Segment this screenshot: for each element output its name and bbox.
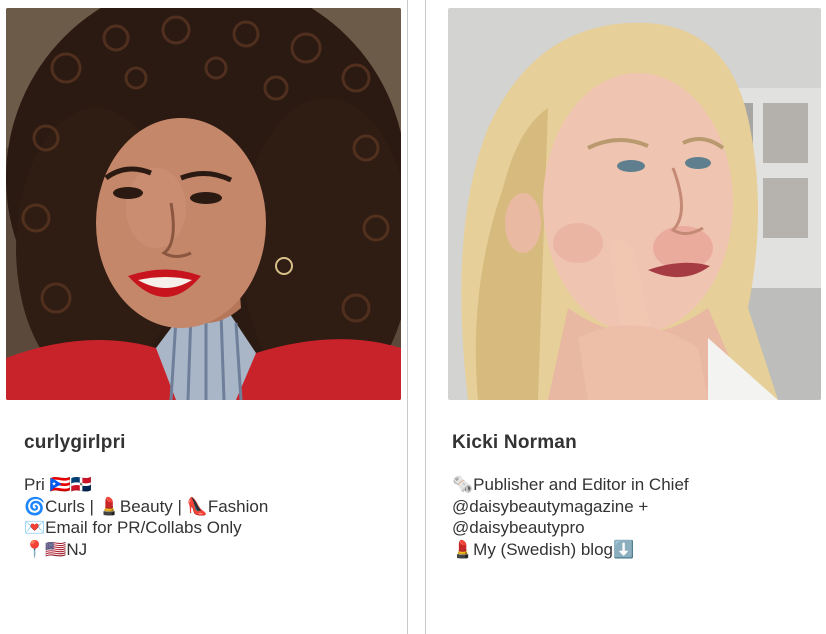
profile-photo[interactable] — [448, 8, 821, 400]
profile-photo[interactable] — [6, 8, 401, 400]
bio-line: @daisybeautymagazine + — [452, 496, 649, 516]
card-divider-left — [407, 0, 408, 634]
bio-line: 💄My (Swedish) blog⬇️ — [452, 539, 635, 559]
profile-card-kicki-norman[interactable]: Kicki Norman 🗞️Publisher and Editor in C… — [426, 0, 826, 634]
bio-line: Pri 🇵🇷🇩🇴 — [24, 475, 92, 494]
profile-name[interactable]: curlygirlpri — [24, 432, 126, 454]
bio-line: 🗞️Publisher and Editor in Chief — [452, 475, 689, 494]
profile-name[interactable]: Kicki Norman — [452, 432, 577, 454]
profile-card-curlygirlpri[interactable]: curlygirlpri Pri 🇵🇷🇩🇴 🌀Curls | 💄Beauty |… — [0, 0, 407, 634]
bio-line: @daisybeautypro — [452, 518, 585, 537]
bio-line: 📍🇺🇸NJ — [24, 539, 88, 559]
bio-line: 🌀Curls | 💄Beauty | 👠Fashion — [24, 496, 269, 516]
profile-bio: 🗞️Publisher and Editor in Chief @daisybe… — [452, 474, 689, 560]
bio-line: 💌Email for PR/Collabs Only — [24, 518, 242, 537]
profile-bio: Pri 🇵🇷🇩🇴 🌀Curls | 💄Beauty | 👠Fashion 💌Em… — [24, 474, 268, 560]
